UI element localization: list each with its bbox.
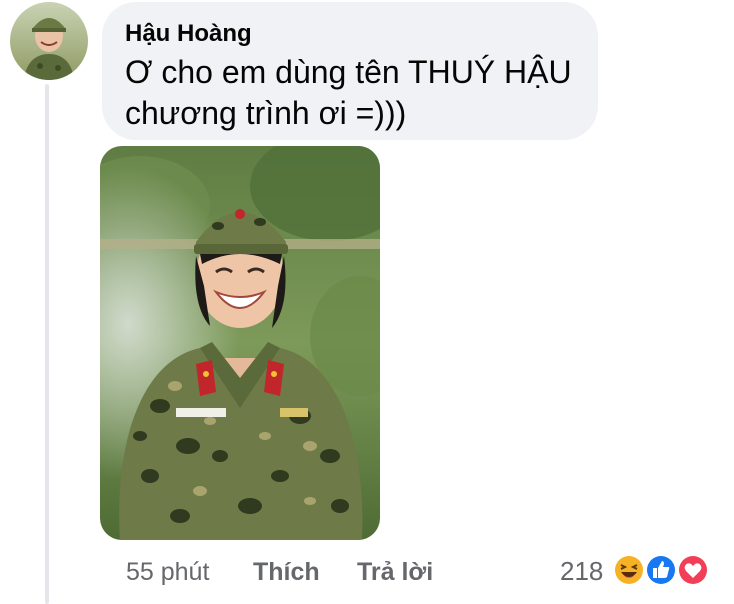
haha-icon bbox=[613, 554, 645, 586]
comment-text: Ơ cho em dùng tên THUÝ HẬU chương trình … bbox=[125, 52, 572, 134]
comment-text-line: Ơ cho em dùng tên THUÝ HẬU bbox=[125, 54, 572, 90]
avatar[interactable] bbox=[10, 2, 88, 80]
thread-line bbox=[45, 84, 49, 604]
like-icon bbox=[645, 554, 677, 586]
comment-timestamp[interactable]: 55 phút bbox=[126, 554, 209, 590]
like-button[interactable]: Thích bbox=[253, 554, 320, 590]
love-icon bbox=[677, 554, 709, 586]
reaction-count: 218 bbox=[560, 556, 604, 586]
comment-bubble: Hậu Hoàng Ơ cho em dùng tên THUÝ HẬU chư… bbox=[102, 2, 598, 140]
comment-text-line: chương trình ơi =))) bbox=[125, 95, 407, 131]
comment-photo[interactable] bbox=[100, 146, 380, 540]
comment-author[interactable]: Hậu Hoàng bbox=[125, 20, 252, 48]
reply-button[interactable]: Trả lời bbox=[357, 554, 433, 590]
